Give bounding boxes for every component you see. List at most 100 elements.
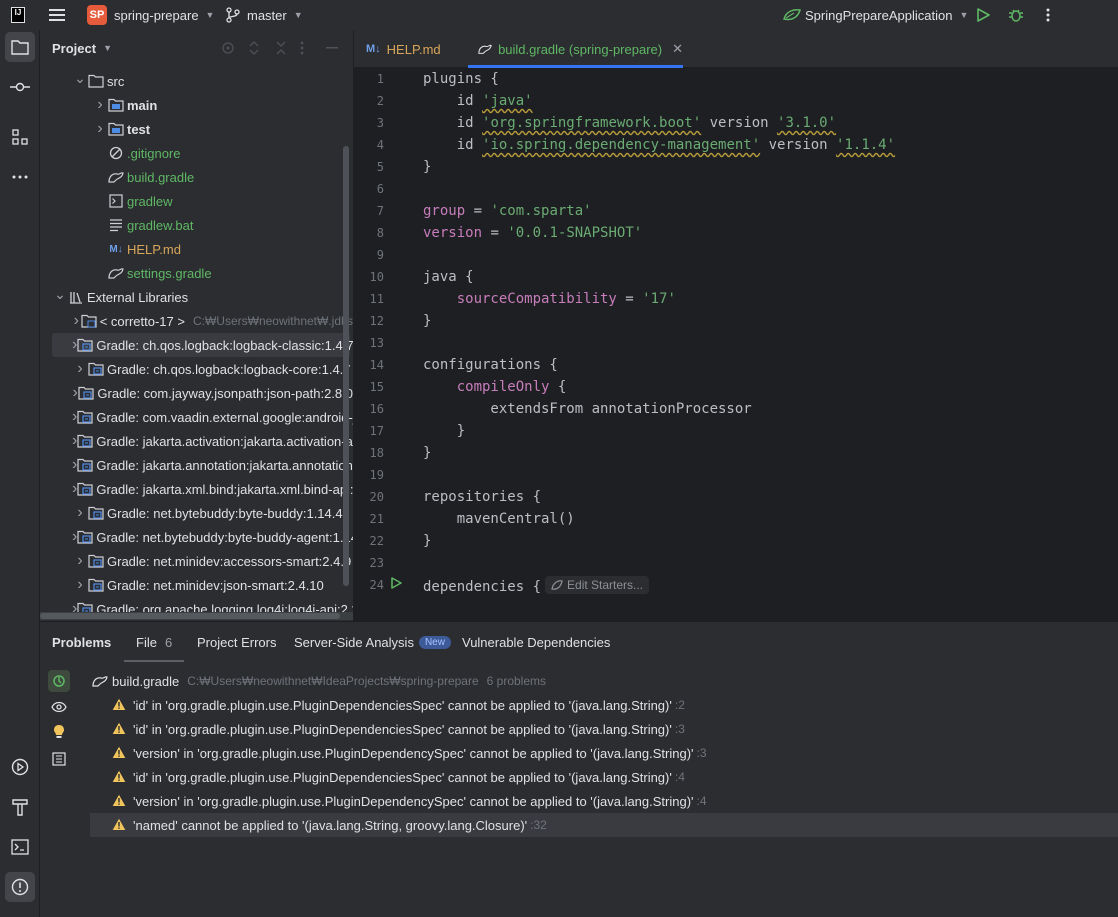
- services-tool-button[interactable]: [5, 752, 35, 782]
- tree-item[interactable]: › < corretto-17 > C:₩Users₩neowithnet₩.jdk…: [40, 309, 353, 333]
- code-line[interactable]: 12}: [354, 310, 1118, 332]
- code-line[interactable]: 5}: [354, 156, 1118, 178]
- preview-toggle[interactable]: [48, 696, 70, 718]
- code-line[interactable]: 8 version = '0.0.1-SNAPSHOT': [354, 222, 1118, 244]
- terminal-tool-button[interactable]: [5, 832, 35, 862]
- tab-help-md[interactable]: M↓ HELP.md: [366, 30, 441, 68]
- main-menu-icon[interactable]: [49, 0, 65, 30]
- code-line[interactable]: 7 group = 'com.sparta': [354, 200, 1118, 222]
- edit-starters-hint[interactable]: Edit Starters...: [545, 575, 650, 594]
- tree-item[interactable]: gradlew: [40, 189, 353, 213]
- structure-tool-button[interactable]: [5, 122, 35, 152]
- tree-item[interactable]: build.gradle: [40, 165, 353, 189]
- code-line[interactable]: 6: [354, 178, 1118, 200]
- code-editor[interactable]: 1 plugins {2 id 'java' 3 id 'org.springfra…: [354, 68, 1118, 598]
- problem-file-node[interactable]: build.gradle C:₩Users₩neowithnet₩IdeaPro…: [92, 669, 546, 693]
- chevron-right-icon[interactable]: ›: [72, 576, 88, 594]
- tree-item[interactable]: › Gradle: jakarta.activation:jakarta.acti…: [40, 429, 353, 453]
- auto-scroll-toggle[interactable]: [48, 670, 70, 692]
- chevron-right-icon[interactable]: ›: [72, 312, 81, 330]
- tree-item[interactable]: › Gradle: net.bytebuddy:byte-buddy:1.14.4: [40, 501, 353, 525]
- code-line[interactable]: 23: [354, 552, 1118, 574]
- tree-item[interactable]: › main: [40, 93, 353, 117]
- chevron-right-icon[interactable]: ›: [72, 504, 88, 522]
- scrollbar-thumb[interactable]: [40, 613, 340, 619]
- tree-item[interactable]: › Gradle: net.bytebuddy:byte-buddy-agent:…: [40, 525, 353, 549]
- collapse-all-icon[interactable]: [275, 41, 287, 55]
- options-icon[interactable]: [300, 41, 304, 55]
- tree-item[interactable]: › Gradle: net.minidev:accessors-smart:2.4…: [40, 549, 353, 573]
- code-line[interactable]: 14 configurations {: [354, 354, 1118, 376]
- project-panel-title[interactable]: Project: [52, 41, 96, 56]
- tree-item[interactable]: gradlew.bat: [40, 213, 353, 237]
- project-horizontal-scrollbar[interactable]: [40, 612, 353, 620]
- tab-file[interactable]: File 6: [123, 622, 185, 662]
- code-line[interactable]: 18}: [354, 442, 1118, 464]
- code-line[interactable]: 4 id 'io.spring.dependency-management' v…: [354, 134, 1118, 156]
- problems-tool-button[interactable]: [5, 872, 35, 902]
- chevron-right-icon[interactable]: ›: [72, 552, 88, 570]
- expand-all-icon[interactable]: [248, 41, 260, 55]
- code-line[interactable]: 13: [354, 332, 1118, 354]
- commit-tool-button[interactable]: [5, 72, 35, 102]
- close-icon[interactable]: ✕: [672, 41, 683, 57]
- tab-server-side-analysis[interactable]: Server-Side Analysis New: [294, 622, 451, 662]
- code-line[interactable]: 24 dependencies {Edit Starters...: [354, 574, 1118, 596]
- problem-item[interactable]: 'version' in 'org.gradle.plugin.use.Plug…: [112, 741, 707, 765]
- tree-item[interactable]: › Gradle: ch.qos.logback:logback-core:1.4…: [40, 357, 353, 381]
- problem-item[interactable]: 'id' in 'org.gradle.plugin.use.PluginDep…: [112, 765, 685, 789]
- chevron-right-icon[interactable]: ›: [92, 120, 108, 138]
- run-config-selector[interactable]: SpringPrepareApplication ▼: [782, 0, 968, 30]
- hide-panel-icon[interactable]: [326, 47, 338, 49]
- problem-item[interactable]: 'named' cannot be applied to '(java.lang…: [90, 813, 1118, 837]
- project-switcher[interactable]: SP spring-prepare ▼: [87, 0, 214, 30]
- problem-item[interactable]: 'id' in 'org.gradle.plugin.use.PluginDep…: [112, 693, 685, 717]
- code-line[interactable]: 3 id 'org.springframework.boot' version …: [354, 112, 1118, 134]
- tree-item[interactable]: › Gradle: com.vaadin.external.google:andr…: [40, 405, 353, 429]
- code-line[interactable]: 1 plugins {: [354, 68, 1118, 90]
- more-actions-icon[interactable]: [1046, 0, 1050, 30]
- chevron-down-icon[interactable]: ▼: [103, 43, 112, 53]
- locate-file-icon[interactable]: [221, 41, 235, 55]
- more-tools-icon[interactable]: [5, 162, 35, 192]
- code-line[interactable]: 21 mavenCentral(): [354, 508, 1118, 530]
- code-line[interactable]: 19: [354, 464, 1118, 486]
- problem-item[interactable]: 'id' in 'org.gradle.plugin.use.PluginDep…: [112, 717, 685, 741]
- code-line[interactable]: 2 id 'java': [354, 90, 1118, 112]
- tab-build-gradle[interactable]: build.gradle (spring-prepare) ✕: [468, 30, 683, 68]
- project-vertical-scrollbar[interactable]: [343, 146, 349, 586]
- code-line[interactable]: 10 java {: [354, 266, 1118, 288]
- chevron-right-icon[interactable]: ›: [92, 96, 108, 114]
- code-line[interactable]: 15 compileOnly {: [354, 376, 1118, 398]
- app-logo-icon[interactable]: IJ: [11, 0, 25, 30]
- tree-item[interactable]: › Gradle: net.minidev:json-smart:2.4.10: [40, 573, 353, 597]
- gutter-run-icon[interactable]: [390, 577, 402, 593]
- code-line[interactable]: 9: [354, 244, 1118, 266]
- tree-item[interactable]: › Gradle: ch.qos.logback:logback-classic:…: [52, 333, 353, 357]
- tree-item[interactable]: ⌄ src: [40, 69, 353, 93]
- code-line[interactable]: 17 }: [354, 420, 1118, 442]
- tree-item[interactable]: M↓ HELP.md: [40, 237, 353, 261]
- tree-item[interactable]: › Gradle: jakarta.annotation:jakarta.anno…: [40, 453, 353, 477]
- problem-item[interactable]: 'version' in 'org.gradle.plugin.use.Plug…: [112, 789, 707, 813]
- tree-item[interactable]: › Gradle: com.jayway.jsonpath:json-path:2…: [40, 381, 353, 405]
- debug-button[interactable]: [1008, 0, 1024, 30]
- tree-item[interactable]: › test: [40, 117, 353, 141]
- tab-project-errors[interactable]: Project Errors: [197, 622, 276, 662]
- tree-item[interactable]: ⌄ External Libraries: [40, 285, 353, 309]
- branch-switcher[interactable]: master ▼: [226, 0, 303, 30]
- filter-button[interactable]: [48, 748, 70, 770]
- tab-vulnerable-dependencies[interactable]: Vulnerable Dependencies: [462, 622, 610, 662]
- tree-item[interactable]: settings.gradle: [40, 261, 353, 285]
- quick-fix-button[interactable]: [48, 721, 70, 743]
- code-line[interactable]: 11 sourceCompatibility = '17': [354, 288, 1118, 310]
- project-tool-button[interactable]: [5, 32, 35, 62]
- chevron-right-icon[interactable]: ›: [72, 360, 88, 378]
- chevron-down-icon[interactable]: ⌄: [52, 286, 68, 303]
- run-button[interactable]: [976, 0, 990, 30]
- code-line[interactable]: 22}: [354, 530, 1118, 552]
- chevron-down-icon[interactable]: ⌄: [72, 70, 88, 87]
- build-tool-button[interactable]: [5, 792, 35, 822]
- code-line[interactable]: 20 repositories {: [354, 486, 1118, 508]
- code-line[interactable]: 16 extendsFrom annotationProcessor: [354, 398, 1118, 420]
